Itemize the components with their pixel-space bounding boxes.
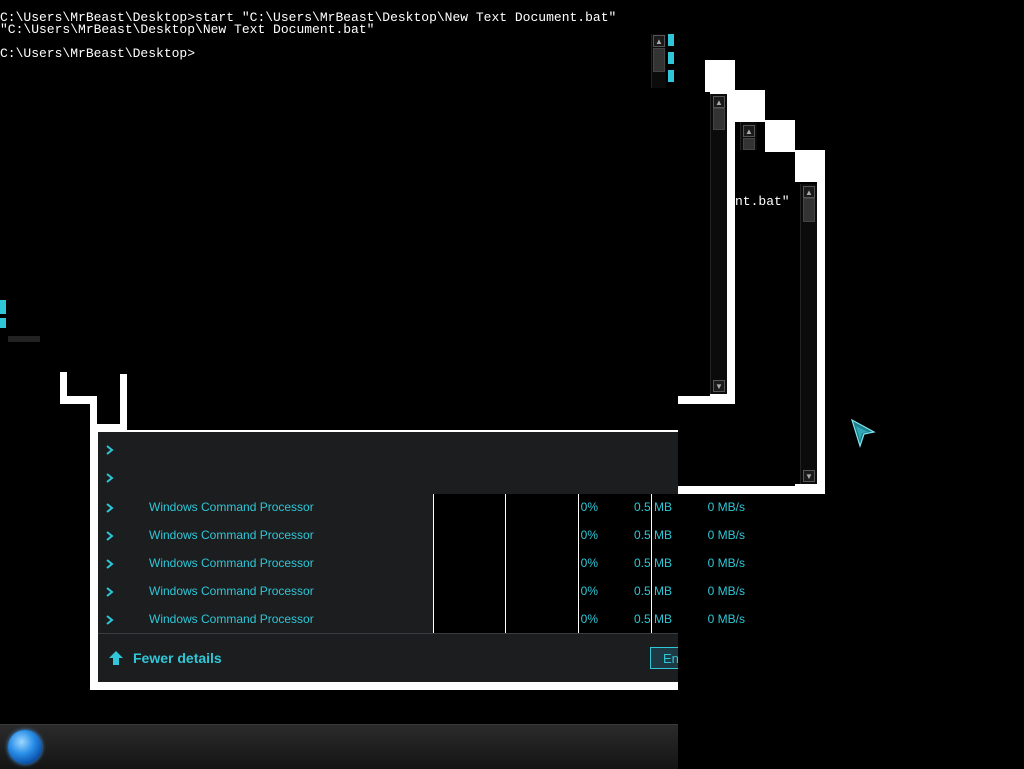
- scroll-up-button[interactable]: ▲: [803, 186, 815, 198]
- fewer-details-label: Fewer details: [133, 650, 222, 666]
- frame-left-step-2: [90, 396, 97, 426]
- window-frame-step-2: [735, 90, 765, 122]
- process-disk: 0 MB/s: [707, 556, 745, 570]
- chevron-right-icon: [106, 587, 114, 597]
- end-task-label: En: [663, 651, 678, 666]
- frame-left-step-1b: [60, 396, 90, 404]
- scroll-down-button[interactable]: ▼: [803, 470, 815, 482]
- chevron-right-icon: [106, 473, 114, 483]
- process-row-partial-2[interactable]: [98, 466, 148, 490]
- process-cpu: 0%: [580, 528, 598, 542]
- process-memory: 0.5 MB: [633, 500, 672, 514]
- scroll-thumb[interactable]: [803, 198, 815, 222]
- window-frame-step-3: [765, 120, 795, 152]
- process-name: Windows Command Processor: [149, 556, 314, 570]
- task-manager-footer-divider: [98, 633, 678, 634]
- scroll-up-button[interactable]: ▲: [713, 96, 725, 108]
- fewer-details-button[interactable]: Fewer details: [104, 646, 244, 670]
- process-name: Windows Command Processor: [149, 528, 314, 542]
- chevron-right-icon: [106, 615, 114, 625]
- process-cpu: 0%: [580, 584, 598, 598]
- arrow-up-icon: [109, 651, 123, 665]
- process-cpu: 0%: [580, 500, 598, 514]
- process-name: Windows Command Processor: [149, 612, 314, 626]
- scroll-thumb[interactable]: [713, 108, 725, 130]
- process-memory: 0.5 MB: [633, 612, 672, 626]
- mouse-cursor-icon: [850, 418, 876, 448]
- process-disk: 0 MB/s: [707, 584, 745, 598]
- start-button[interactable]: [8, 730, 42, 764]
- console-scrollbar-3[interactable]: ▲: [740, 122, 757, 150]
- console-scrollbar-2[interactable]: ▲ ▼: [710, 94, 727, 394]
- scroll-thumb[interactable]: [653, 48, 665, 72]
- window-corner-accent: [666, 32, 676, 88]
- process-row[interactable]: Windows Command Processor 0% 0.5 MB 0 MB…: [98, 494, 745, 522]
- process-memory: 0.5 MB: [633, 528, 672, 542]
- chevron-right-icon: [106, 503, 114, 513]
- process-name: Windows Command Processor: [149, 584, 314, 598]
- process-memory: 0.5 MB: [633, 556, 672, 570]
- process-row-partial-1[interactable]: [98, 438, 120, 462]
- process-row[interactable]: Windows Command Processor 0% 0.5 MB 0 MB…: [98, 522, 745, 550]
- window-edge-fragment: [8, 336, 40, 342]
- chevron-right-icon: [106, 445, 114, 455]
- scroll-up-button[interactable]: ▲: [653, 35, 665, 47]
- scroll-thumb[interactable]: [743, 138, 755, 150]
- process-row[interactable]: Windows Command Processor 0% 0.5 MB 0 MB…: [98, 606, 745, 634]
- console-fragment-text: nt.bat": [735, 194, 790, 209]
- process-name: Windows Command Processor: [149, 500, 314, 514]
- process-disk: 0 MB/s: [707, 500, 745, 514]
- end-task-button[interactable]: En: [650, 647, 678, 669]
- process-memory: 0.5 MB: [633, 584, 672, 598]
- process-row[interactable]: Windows Command Processor 0% 0.5 MB 0 MB…: [98, 578, 745, 606]
- scroll-up-button[interactable]: ▲: [743, 125, 755, 137]
- scroll-down-button[interactable]: ▼: [713, 380, 725, 392]
- chevron-right-icon: [106, 531, 114, 541]
- process-cpu: 0%: [580, 556, 598, 570]
- frame-right-edge: [817, 150, 825, 494]
- process-row[interactable]: Windows Command Processor 0% 0.5 MB 0 MB…: [98, 550, 745, 578]
- chevron-right-icon: [106, 559, 114, 569]
- console-line-2: "C:\Users\MrBeast\Desktop\New Text Docum…: [0, 22, 375, 37]
- frame-bottom-bar-1: [678, 396, 735, 404]
- console-scrollbar-4[interactable]: ▲ ▼: [800, 184, 817, 484]
- taskbar: [0, 724, 678, 769]
- window-frame-top: [705, 60, 735, 92]
- process-disk: 0 MB/s: [707, 528, 745, 542]
- left-edge-accent: [0, 300, 8, 340]
- console-prompt: C:\Users\MrBeast\Desktop>: [0, 46, 196, 61]
- process-disk: 0 MB/s: [707, 612, 745, 626]
- console-scrollbar[interactable]: ▲: [651, 34, 666, 88]
- process-cpu: 0%: [580, 612, 598, 626]
